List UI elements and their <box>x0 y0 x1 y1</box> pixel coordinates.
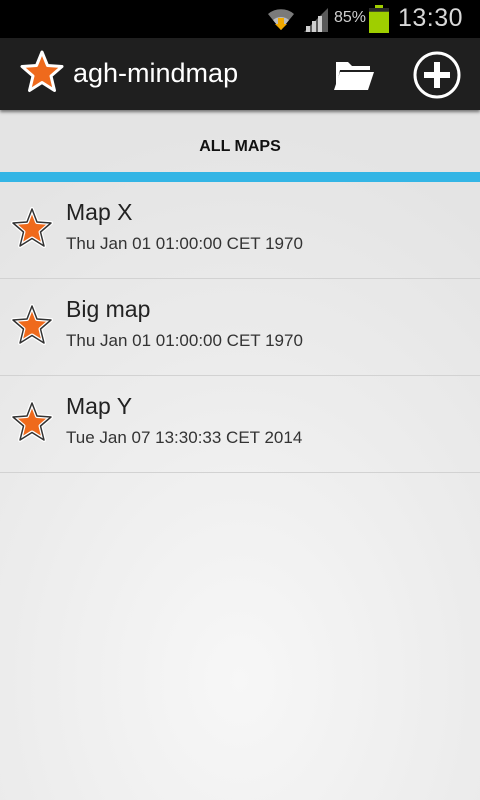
status-bar: 85% 13:30 <box>0 0 480 38</box>
list-item[interactable]: Map X Thu Jan 01 01:00:00 CET 1970 <box>0 182 480 279</box>
action-bar: agh-mindmap <box>0 38 480 110</box>
map-name: Big map <box>66 296 151 322</box>
tab-indicator <box>0 172 480 182</box>
star-icon <box>11 207 53 248</box>
tab-bar: ALL MAPS <box>0 110 480 182</box>
map-name: Map Y <box>66 393 133 419</box>
tab-all-maps[interactable]: ALL MAPS <box>0 138 480 156</box>
map-name: Map X <box>66 199 133 225</box>
app-title: agh-mindmap <box>73 58 239 88</box>
list-item[interactable]: Big map Thu Jan 01 01:00:00 CET 1970 <box>0 279 480 376</box>
wifi-icon <box>268 9 294 31</box>
battery-percent: 85% <box>334 9 367 26</box>
battery-icon <box>369 5 389 33</box>
clock: 13:30 <box>398 4 464 32</box>
list-item[interactable]: Map Y Tue Jan 07 13:30:33 CET 2014 <box>0 376 480 473</box>
star-icon <box>11 304 53 345</box>
map-list: Map X Thu Jan 01 01:00:00 CET 1970 Big m… <box>0 182 480 473</box>
folder-open-icon[interactable] <box>330 52 378 96</box>
map-date: Thu Jan 01 01:00:00 CET 1970 <box>66 234 303 253</box>
star-icon[interactable] <box>20 50 64 94</box>
map-date: Thu Jan 01 01:00:00 CET 1970 <box>66 331 303 350</box>
star-icon <box>11 401 53 442</box>
signal-icon <box>304 8 328 32</box>
add-circle-icon[interactable] <box>412 50 462 100</box>
map-date: Tue Jan 07 13:30:33 CET 2014 <box>66 428 303 447</box>
